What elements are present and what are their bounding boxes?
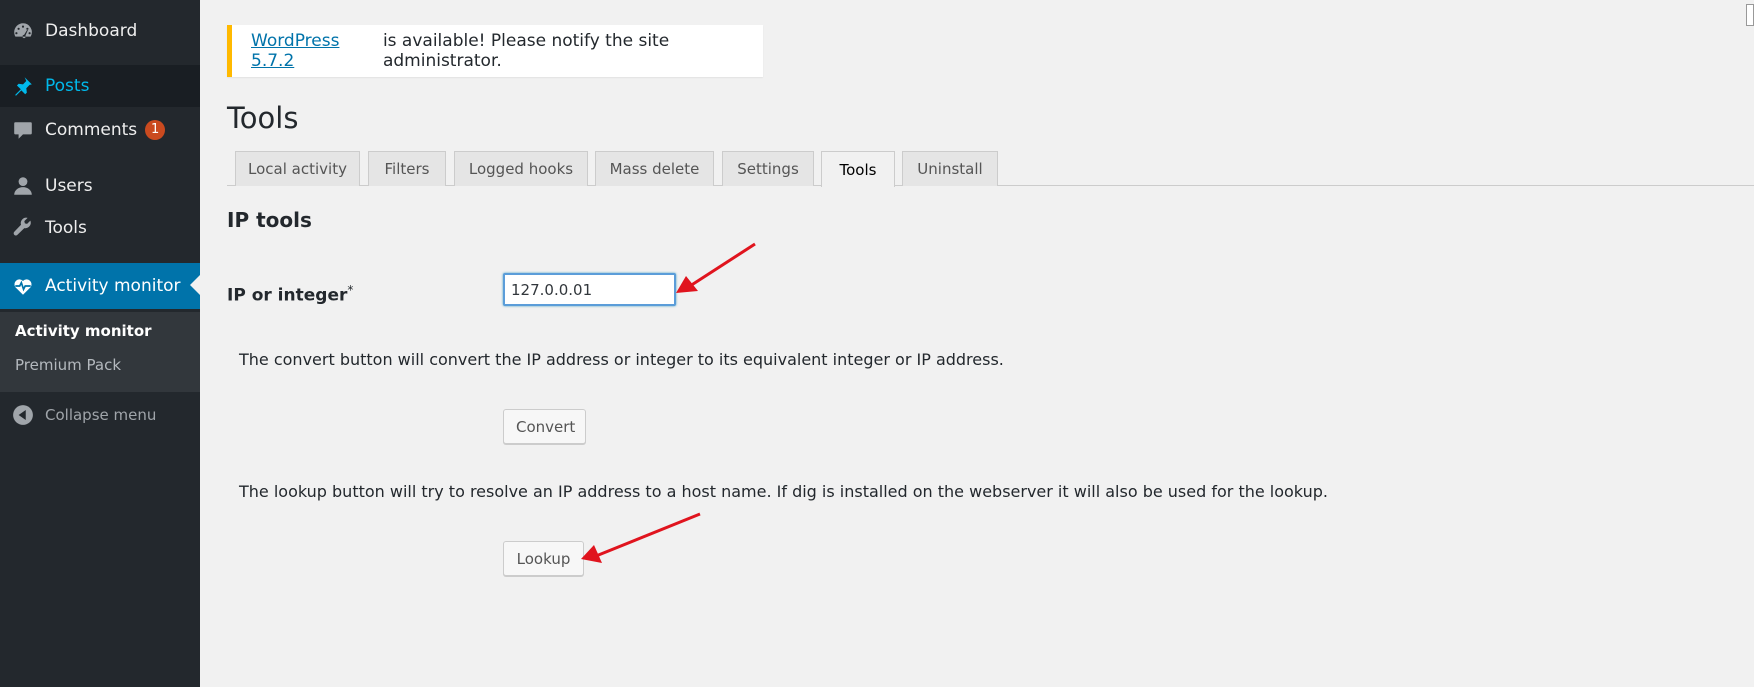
active-menu-pointer	[190, 275, 200, 295]
heart-pulse-icon	[0, 275, 45, 297]
comment-icon	[0, 119, 45, 141]
menu-item-posts[interactable]: Posts	[0, 65, 200, 107]
ip-field-label-text: IP or integer	[227, 285, 348, 306]
menu-item-label: Comments	[45, 120, 138, 140]
menu-item-label: Activity monitor	[45, 276, 181, 296]
tab-tools[interactable]: Tools	[821, 151, 895, 187]
admin-sidebar: Dashboard Posts Comments 1 Users Tools A…	[0, 0, 200, 687]
ip-field-label: IP or integer*	[227, 283, 353, 306]
page-title: Tools	[227, 101, 299, 135]
menu-item-label: Posts	[45, 76, 90, 96]
section-title: IP tools	[227, 208, 312, 232]
submenu-item-activity-monitor[interactable]: Activity monitor	[15, 322, 152, 340]
tab-logged-hooks[interactable]: Logged hooks	[454, 151, 588, 186]
wrench-icon	[0, 217, 45, 239]
collapse-arrow-icon	[0, 404, 45, 426]
tab-filters[interactable]: Filters	[368, 151, 446, 186]
activity-monitor-submenu: Activity monitor Premium Pack	[0, 312, 200, 392]
menu-item-label: Tools	[45, 218, 87, 238]
ip-input[interactable]	[503, 273, 676, 306]
update-notice-text: is available! Please notify the site adm…	[382, 31, 670, 71]
menu-item-dashboard[interactable]: Dashboard	[0, 10, 200, 52]
collapse-menu-label: Collapse menu	[45, 406, 157, 424]
lookup-description: The lookup button will try to resolve an…	[239, 482, 1328, 501]
dashboard-icon	[0, 20, 45, 42]
lookup-button[interactable]: Lookup	[503, 541, 584, 576]
menu-item-comments[interactable]: Comments 1	[0, 109, 200, 151]
comments-count-badge: 1	[145, 120, 166, 140]
tab-uninstall[interactable]: Uninstall	[902, 151, 998, 186]
menu-item-label: Dashboard	[45, 21, 138, 41]
user-icon	[0, 175, 45, 197]
required-asterisk: *	[347, 283, 354, 297]
convert-button[interactable]: Convert	[503, 409, 586, 444]
tab-local-activity[interactable]: Local activity	[235, 151, 360, 186]
tab-mass-delete[interactable]: Mass delete	[595, 151, 714, 186]
menu-item-tools[interactable]: Tools	[0, 207, 200, 249]
convert-description: The convert button will convert the IP a…	[239, 350, 1004, 369]
wordpress-update-link[interactable]: WordPress 5.7.2	[251, 31, 378, 71]
tab-settings[interactable]: Settings	[722, 151, 814, 186]
window-scroll-handle[interactable]	[1746, 4, 1754, 26]
update-notice: WordPress 5.7.2 is available! Please not…	[227, 25, 763, 77]
submenu-item-premium-pack[interactable]: Premium Pack	[15, 356, 121, 374]
collapse-menu-button[interactable]: Collapse menu	[0, 394, 200, 436]
menu-item-activity-monitor[interactable]: Activity monitor	[0, 263, 200, 309]
pin-icon	[0, 75, 45, 97]
annotation-arrow-lookup	[581, 512, 701, 563]
annotation-arrow-ip	[676, 242, 756, 293]
menu-item-label: Users	[45, 176, 93, 196]
menu-item-users[interactable]: Users	[0, 165, 200, 207]
